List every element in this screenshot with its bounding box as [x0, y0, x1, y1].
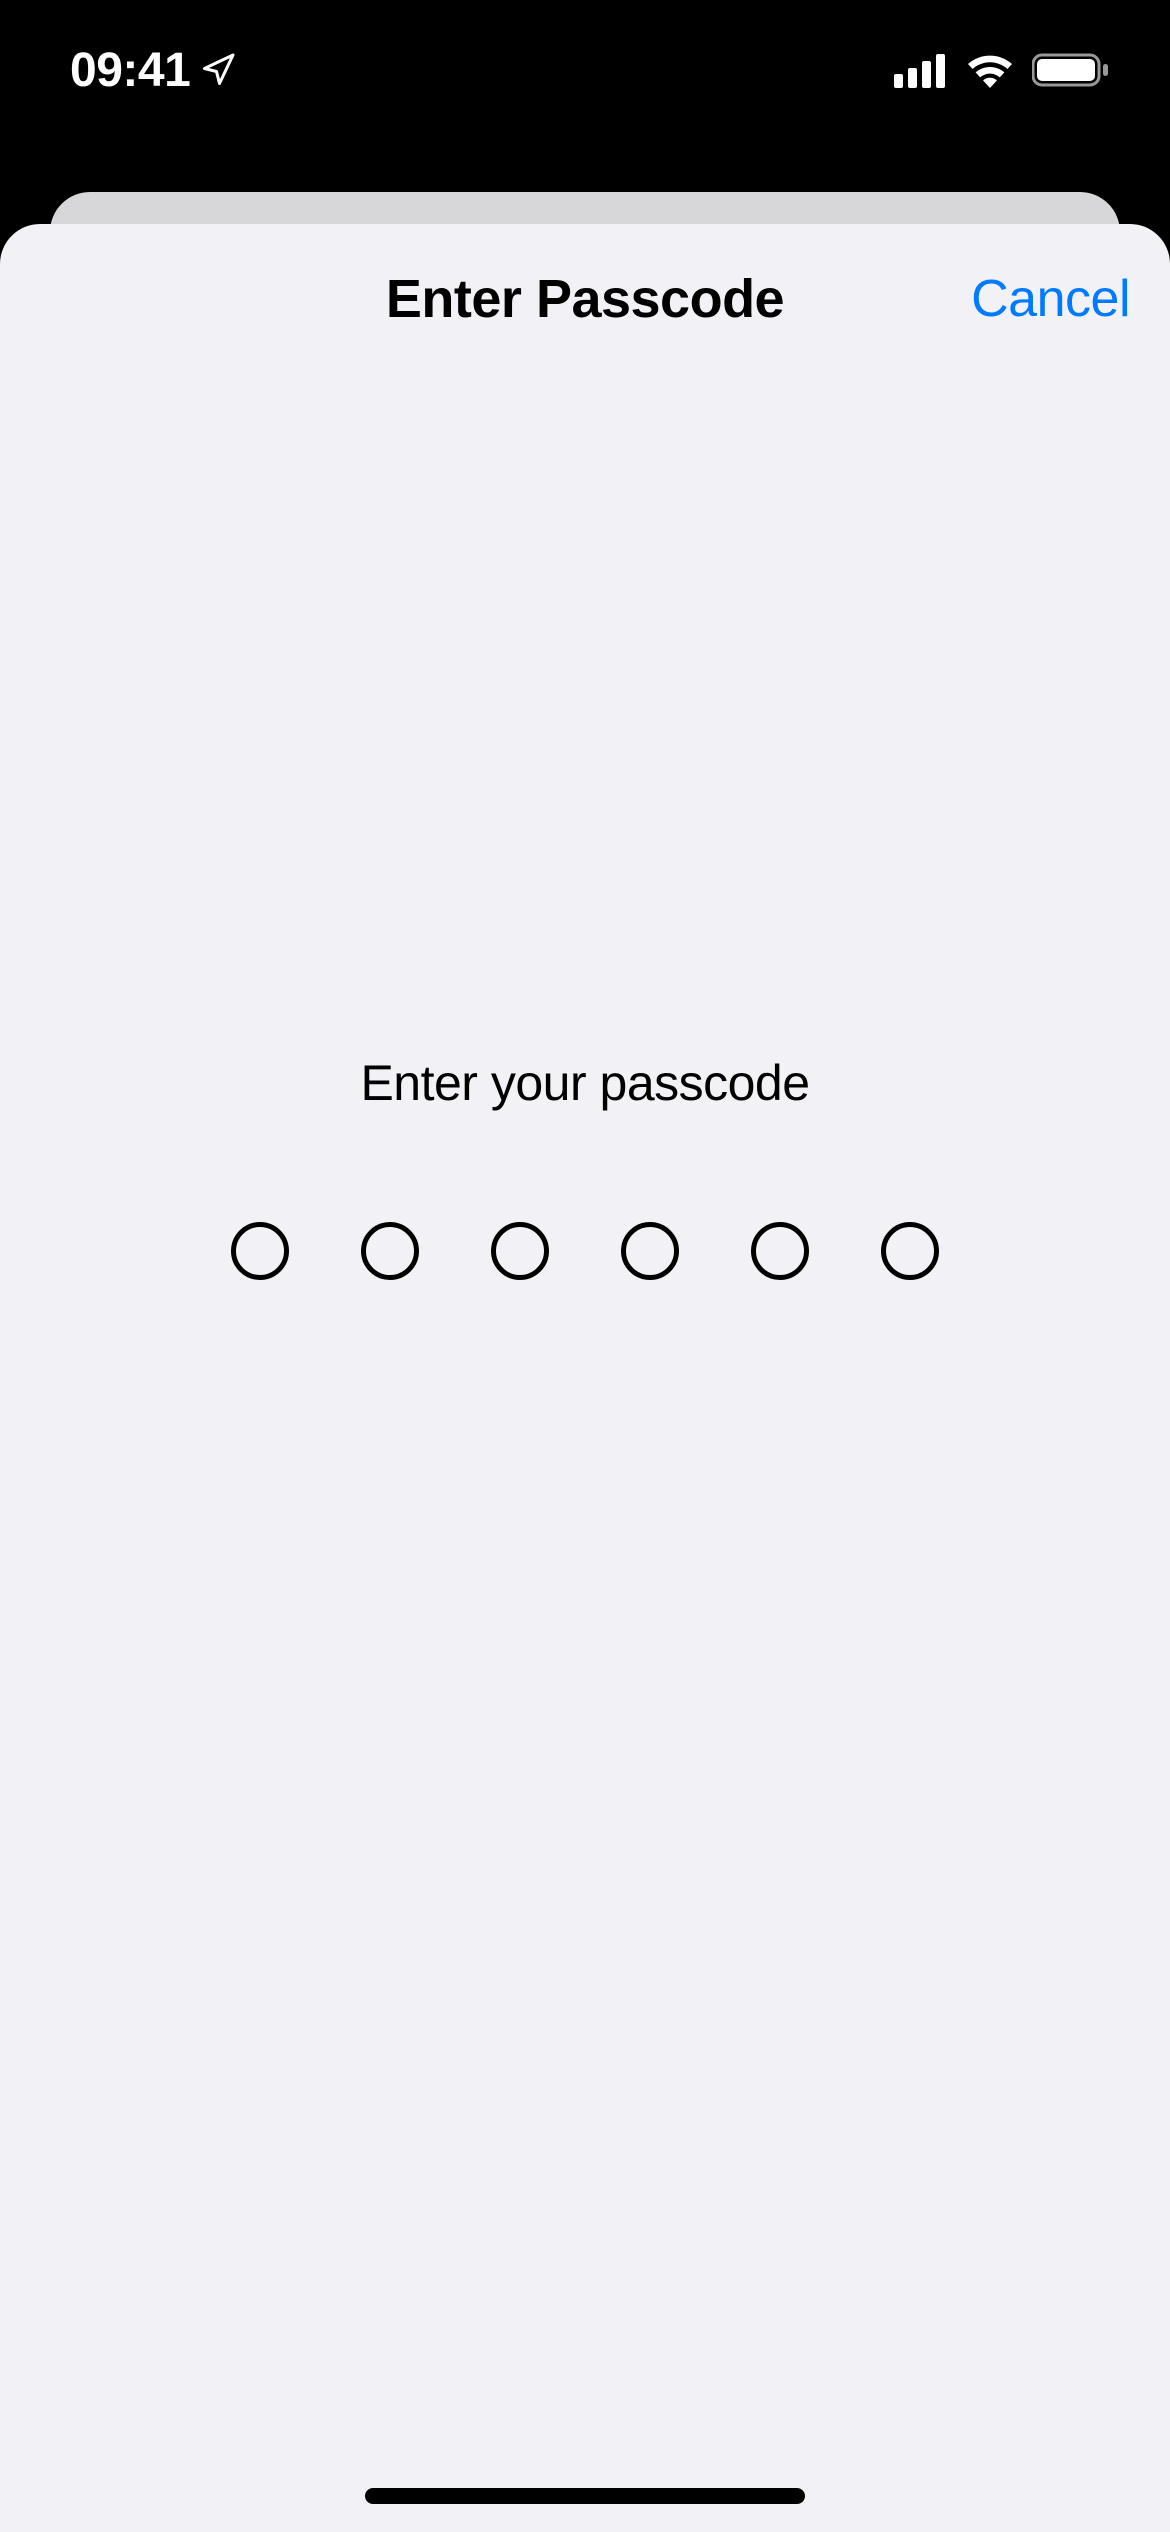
cancel-button[interactable]: Cancel [971, 269, 1130, 329]
location-icon [200, 52, 236, 88]
status-bar: 09:41 [0, 0, 1170, 140]
passcode-prompt-area: Enter your passcode [0, 1054, 1170, 1280]
passcode-dot [751, 1222, 809, 1280]
passcode-dot [361, 1222, 419, 1280]
status-right [894, 52, 1110, 88]
wifi-icon [966, 52, 1014, 88]
sheet-title: Enter Passcode [386, 268, 784, 330]
cellular-signal-icon [894, 52, 948, 88]
battery-icon [1032, 52, 1110, 88]
passcode-dot [231, 1222, 289, 1280]
passcode-sheet: Enter Passcode Cancel Enter your passcod… [0, 224, 1170, 2532]
status-left: 09:41 [70, 43, 236, 98]
sheet-header: Enter Passcode Cancel [0, 224, 1170, 374]
passcode-dots[interactable] [0, 1222, 1170, 1280]
home-indicator[interactable] [365, 2488, 805, 2504]
passcode-dot [881, 1222, 939, 1280]
passcode-dot [491, 1222, 549, 1280]
passcode-dot [621, 1222, 679, 1280]
passcode-prompt-text: Enter your passcode [0, 1054, 1170, 1112]
status-time: 09:41 [70, 43, 190, 98]
